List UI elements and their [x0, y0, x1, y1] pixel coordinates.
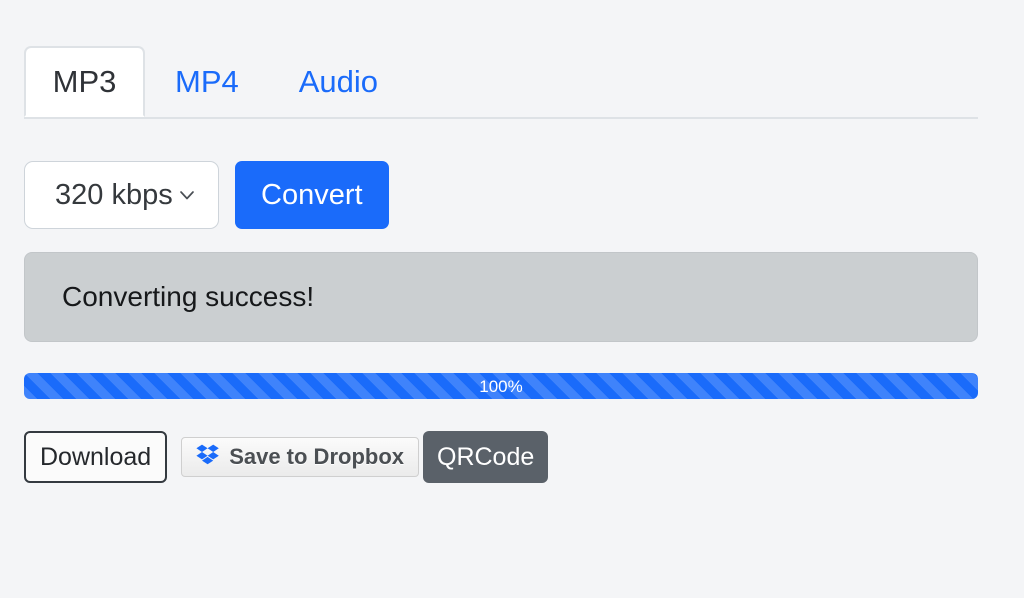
progress-bar-label: 100%	[479, 376, 523, 396]
tab-mp4-label: MP4	[175, 64, 239, 99]
tab-list: MP3 MP4 Audio	[24, 46, 978, 117]
tab-audio-label: Audio	[298, 64, 379, 99]
progress-bar-fill: 100%	[24, 373, 978, 399]
dropbox-icon	[196, 444, 220, 471]
result-actions: Download Save to Dropbox QRCode	[24, 431, 549, 483]
tab-mp4[interactable]: MP4	[145, 46, 269, 117]
download-button[interactable]: Download	[24, 431, 168, 483]
conversion-controls: 320 kbps Convert	[24, 161, 389, 229]
status-message-box: Converting success!	[24, 252, 978, 342]
qrcode-button[interactable]: QRCode	[423, 431, 549, 483]
save-to-dropbox-label: Save to Dropbox	[229, 444, 404, 469]
tab-mp3-label: MP3	[52, 64, 117, 99]
chevron-down-icon	[178, 186, 196, 204]
bitrate-select[interactable]: 320 kbps	[24, 161, 219, 229]
save-to-dropbox-button[interactable]: Save to Dropbox	[181, 437, 419, 477]
tab-audio[interactable]: Audio	[269, 46, 408, 117]
tab-mp3[interactable]: MP3	[24, 46, 145, 117]
bitrate-select-value: 320 kbps	[55, 178, 173, 211]
progress-bar: 100%	[24, 373, 978, 399]
convert-button[interactable]: Convert	[235, 161, 389, 229]
format-tab-bar: MP3 MP4 Audio	[24, 46, 978, 119]
status-message-text: Converting success!	[62, 281, 315, 312]
